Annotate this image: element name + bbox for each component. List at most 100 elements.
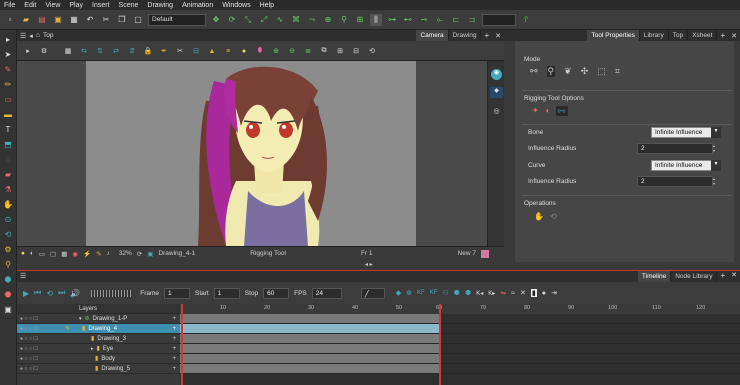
close-icon[interactable]: ✕ [492,32,504,40]
safe-area-icon[interactable]: ▢ [50,250,56,258]
bone-influence-select[interactable]: Infinite Influence [651,127,713,138]
menu-icon[interactable]: ☰ [20,32,26,40]
menu-play[interactable]: Play [69,2,83,9]
stack-view-icon[interactable]: ◆ [490,87,503,98]
zoom-icon[interactable]: ⊙ [3,214,14,225]
color-status-icon[interactable]: ◉ [72,250,78,258]
cut-icon[interactable]: ✂ [175,46,185,56]
grid-status-icon[interactable]: ▦ [61,250,67,258]
swap-icon[interactable]: ⇄ [111,46,121,56]
layer-add-icon[interactable]: + [172,346,176,352]
text-icon[interactable]: T [3,124,14,135]
visibility-icon[interactable]: ● ○ ○ ☐ [20,364,60,374]
bone-radius-field[interactable]: 2 [637,143,713,154]
ruler-icon[interactable]: ⊟ [191,46,201,56]
eye-icon[interactable]: ◉ [491,69,502,80]
frame-status-icon[interactable]: ▭ [39,250,45,258]
add-panel-tab-icon[interactable]: + [717,31,728,40]
deform-icon[interactable]: ⫼ [370,13,382,26]
visibility-icon[interactable]: ● ○ ○ ☐ [20,344,60,354]
frame-track[interactable] [180,354,740,364]
paint-bucket-icon[interactable]: ⬮ [255,46,265,56]
peg-icon[interactable]: ⊞ [354,14,366,26]
curve-editor-icon[interactable]: ≈ [511,290,515,297]
open-icon[interactable]: ▰ [20,14,32,26]
stop-field[interactable]: 60 [263,287,290,299]
flip-v-icon[interactable]: ⇅ [95,46,105,56]
distribute-icon[interactable]: ⊟ [351,46,361,56]
menu-edit[interactable]: Edit [24,2,36,9]
pin-icon[interactable]: ⫯ [520,14,532,26]
last-frame-icon[interactable]: ⏭ [58,288,65,298]
rig-curve-icon[interactable]: ◖ [545,106,550,116]
rotate-view-icon[interactable]: ⟲ [3,229,14,240]
ink-icon[interactable]: ▰ [3,169,14,180]
tab-tool-properties[interactable]: Tool Properties [587,30,640,41]
rig-bone-icon[interactable]: ✦ [532,106,539,116]
loop-icon[interactable]: ⟲ [46,289,53,298]
bone-tool-icon[interactable]: ⚲ [3,259,14,270]
game-mode-icon[interactable]: ⌗ [615,66,620,77]
arrow-icon[interactable]: ▸ [23,46,33,56]
keyframe-add-icon[interactable]: ◆ [396,289,401,297]
menu-help[interactable]: Help [260,2,274,9]
flip-h-icon[interactable]: ⇆ [79,46,89,56]
add-timeline-tab-icon[interactable]: + [717,271,728,282]
extend-icon[interactable]: ⇥ [551,289,557,297]
bookmark-icon[interactable]: ▮ [530,289,537,297]
pencil-icon[interactable]: ✏ [3,79,14,90]
rig-mode-icon[interactable]: ⚯ [530,66,538,77]
pen-status-icon[interactable]: ✎ [96,250,101,258]
splitter-arrows[interactable]: ◂ ▸ [365,261,373,268]
order-icon[interactable]: ⇵ [127,46,137,56]
spline-icon[interactable]: ⤳ [306,14,318,26]
tab-library[interactable]: Library [639,30,669,41]
onion-icon[interactable]: ◎ [491,107,502,118]
grid-icon[interactable]: ▦ [63,46,73,56]
fps-field[interactable]: 24 [311,287,342,299]
curve-radius-field[interactable]: 2 [637,176,713,187]
playback-speed-slider[interactable] [91,289,132,297]
scissors-icon[interactable]: ✂ [100,14,112,26]
visibility-icon[interactable]: ● ○ ○ ☐ [20,334,60,344]
first-frame-icon[interactable]: ⏮ [34,288,41,298]
add-tab-icon[interactable]: + [481,31,492,40]
mode-select[interactable]: Default [148,13,206,26]
layers-icon[interactable]: ≣ [303,46,313,56]
transform-icon[interactable]: ✥ [210,14,222,26]
ease-icon[interactable]: ⚇ [442,289,448,297]
contour-icon[interactable]: ➤ [3,49,14,60]
timeline-menu-icon[interactable]: ☰ [20,272,26,280]
tab-xsheet[interactable]: Xsheet [688,30,718,41]
collapse-icon[interactable]: ▸ [91,346,94,352]
home-icon[interactable]: ⌂ [36,32,40,39]
frame-track[interactable] [180,364,740,374]
stamp-icon[interactable]: ▬ [3,109,14,120]
menu-windows[interactable]: Windows [222,2,250,9]
hierarchy-icon[interactable]: ⊏ [450,14,462,26]
scale-icon[interactable]: ⤡ [242,14,254,26]
frame-track[interactable] [180,344,740,354]
link-icon[interactable]: ⊷ [402,14,414,26]
clear-icon[interactable]: ✕ [520,289,526,297]
curve-radius-stepper[interactable]: ▴ ▾ [713,176,719,187]
operation-reset-icon[interactable]: ⟲ [550,212,557,221]
bulb-icon[interactable]: ● [239,46,249,56]
menu-drawing[interactable]: Drawing [147,2,173,9]
bone-radius-stepper[interactable]: ▴ ▾ [713,143,719,154]
menu-animation[interactable]: Animation [182,2,213,9]
pen-icon[interactable]: ✒ [159,46,169,56]
pivot-icon[interactable]: ⊕ [322,14,334,26]
menu-insert[interactable]: Insert [92,2,110,9]
tab-top[interactable]: Top [668,30,689,41]
rotation-icon[interactable]: ⟳ [137,250,142,258]
new-icon[interactable]: ▫ [4,14,16,26]
rig-icon[interactable]: ⚙ [3,244,14,255]
select-arrow-icon[interactable]: ▸ [3,34,14,45]
drawing-canvas[interactable] [86,61,416,246]
frame-track-selected[interactable] [180,324,740,334]
prev-key-icon[interactable]: K◂ [476,290,483,297]
frame-track[interactable] [180,314,740,324]
undo-icon[interactable]: ↶ [84,14,96,26]
split-icon[interactable]: ⊖ [287,46,297,56]
